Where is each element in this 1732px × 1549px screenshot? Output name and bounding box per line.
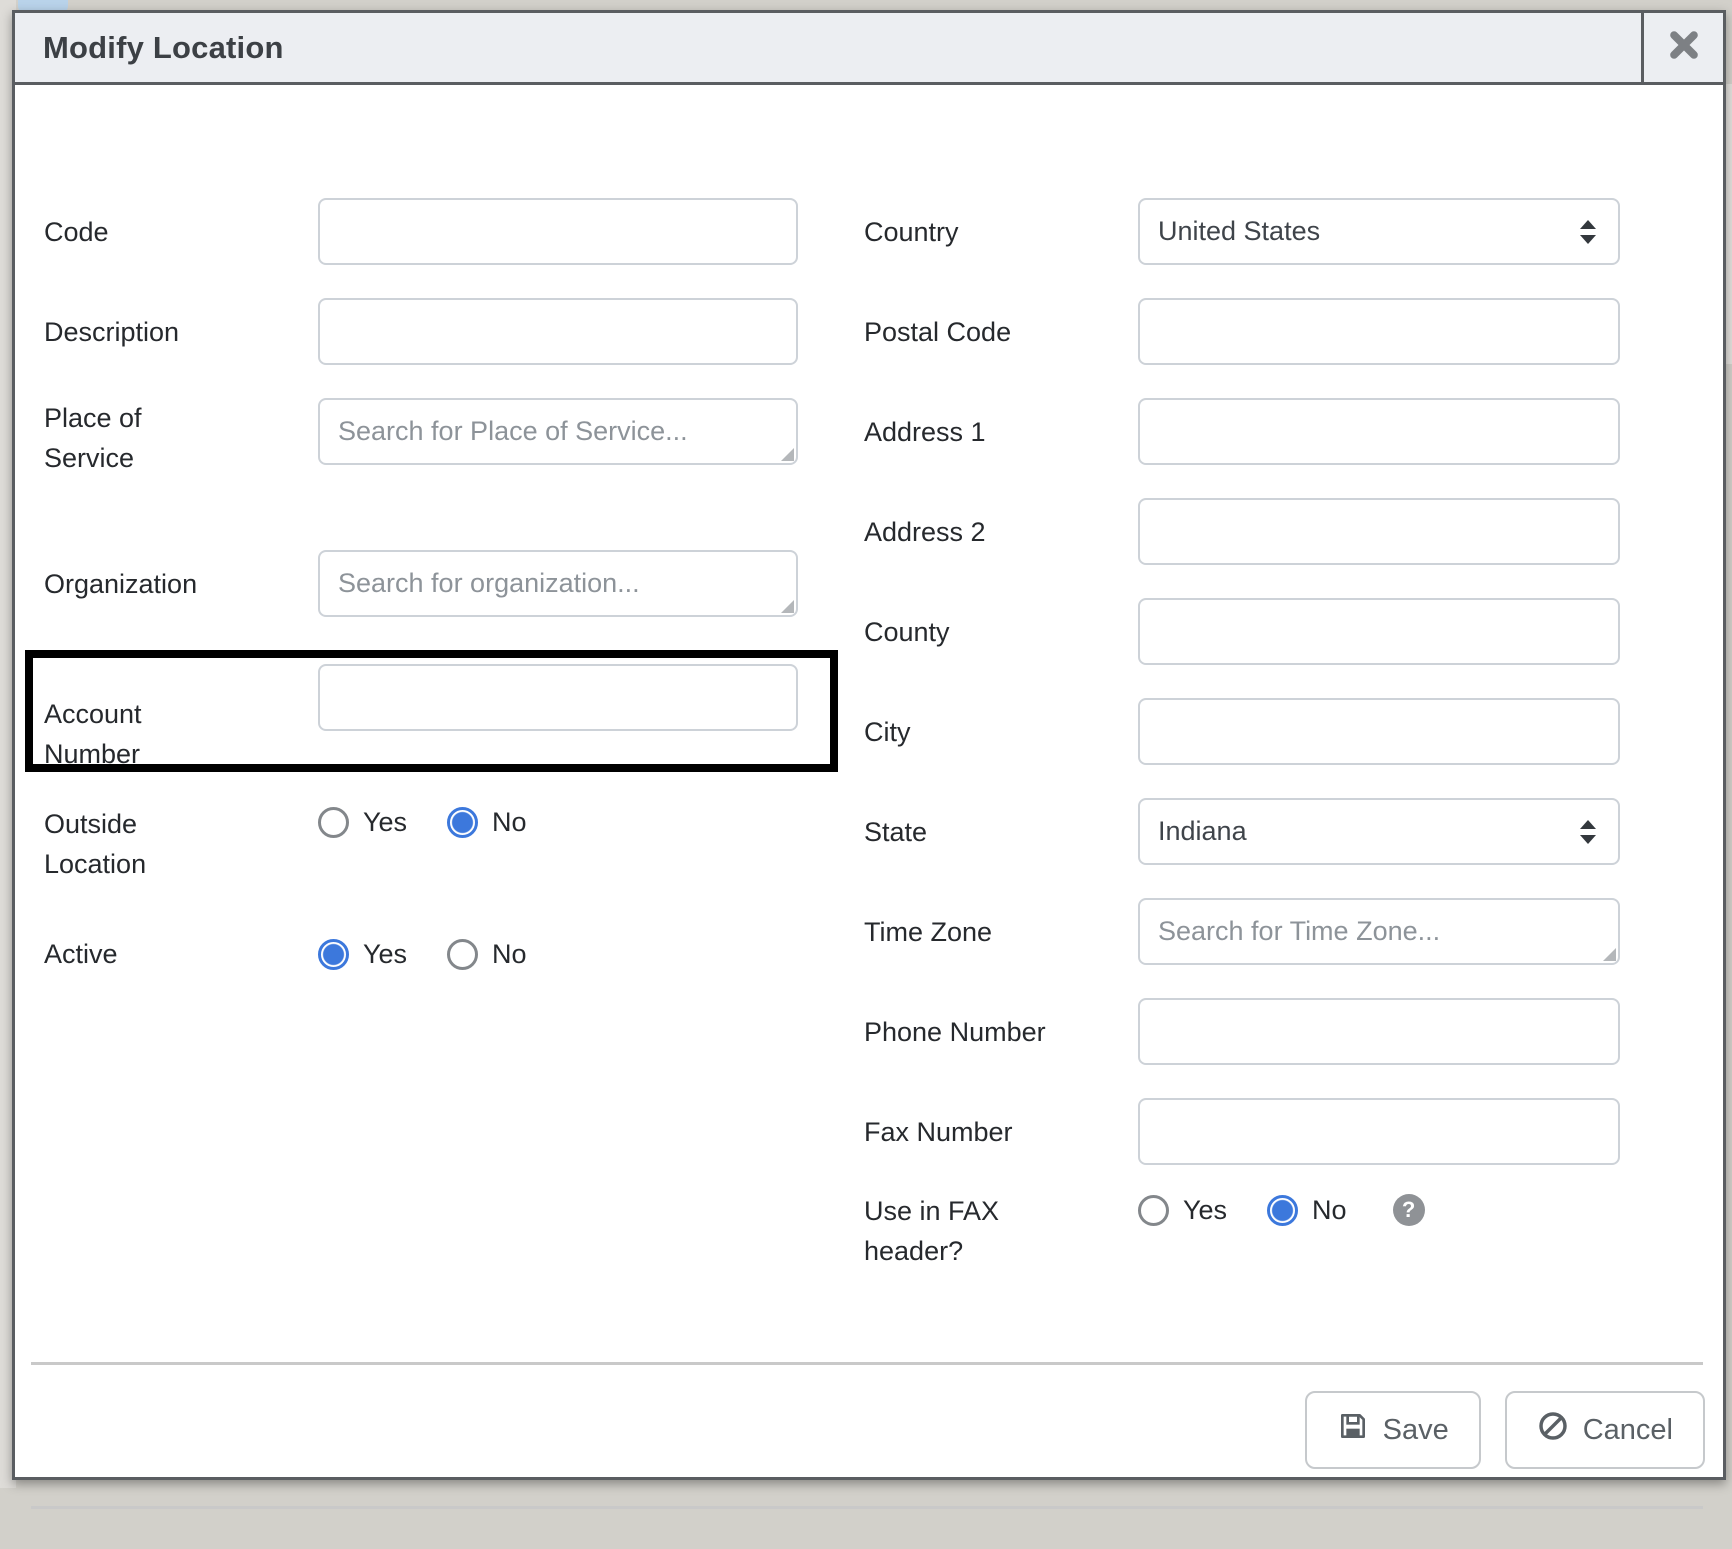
code-input[interactable] (318, 198, 798, 265)
active-label: Active (44, 934, 224, 974)
close-icon (1667, 28, 1701, 67)
outside-location-label: Outside Location (44, 804, 224, 884)
fax-number-label: Fax Number (864, 1112, 1074, 1152)
select-caret-icon (1576, 218, 1600, 246)
save-button-label: Save (1383, 1414, 1449, 1447)
dialog-header: Modify Location (15, 13, 1723, 85)
country-select[interactable]: United States (1138, 198, 1620, 265)
use-in-fax-header-label: Use in FAX header? (864, 1191, 1074, 1271)
field-row-code: Code (44, 198, 834, 265)
radio-yes-label: Yes (363, 939, 407, 970)
outside-location-radio-group: Yes No (318, 807, 567, 838)
organization-label: Organization (44, 564, 224, 604)
field-row-city: City (864, 698, 1664, 765)
address-1-input[interactable] (1138, 398, 1620, 465)
cancel-button-label: Cancel (1583, 1414, 1673, 1447)
field-row-use-in-fax-header: Use in FAX header? Yes No ? (864, 1191, 1664, 1271)
footer-divider-bottom (31, 1506, 1703, 1509)
field-row-active: Active Yes No (44, 934, 834, 974)
organization-search-input[interactable] (318, 550, 798, 617)
radio-selected-icon (1267, 1195, 1298, 1226)
dialog-title: Modify Location (15, 13, 1641, 82)
phone-number-label: Phone Number (864, 1012, 1074, 1052)
radio-unselected-icon (1138, 1195, 1169, 1226)
radio-unselected-icon (318, 807, 349, 838)
dropdown-corner-icon (1603, 948, 1616, 961)
code-label: Code (44, 212, 224, 252)
phone-number-input[interactable] (1138, 998, 1620, 1065)
outside-location-yes-radio[interactable]: Yes (318, 807, 407, 838)
field-row-phone-number: Phone Number (864, 998, 1664, 1065)
radio-selected-icon (318, 939, 349, 970)
state-select[interactable]: Indiana (1138, 798, 1620, 865)
field-row-country: Country United States (864, 198, 1664, 265)
postal-code-input[interactable] (1138, 298, 1620, 365)
cancel-button[interactable]: Cancel (1505, 1391, 1705, 1469)
field-row-outside-location: Outside Location Yes No (44, 804, 834, 884)
form-column-right: Country United States Postal Code (864, 198, 1664, 1271)
save-floppy-icon (1337, 1410, 1369, 1450)
field-row-time-zone: Time Zone (864, 898, 1664, 965)
modify-location-dialog: Modify Location Code Description Place (12, 10, 1726, 1480)
country-selected-value: United States (1158, 216, 1320, 247)
field-row-description: Description (44, 298, 834, 365)
active-radio-group: Yes No (318, 939, 567, 970)
field-row-address-1: Address 1 (864, 398, 1664, 465)
close-button[interactable] (1641, 13, 1723, 82)
field-row-account-number-highlighted: Account Number (25, 650, 838, 772)
fax-number-input[interactable] (1138, 1098, 1620, 1165)
use-in-fax-header-no-radio[interactable]: No (1267, 1195, 1347, 1226)
field-row-postal-code: Postal Code (864, 298, 1664, 365)
time-zone-label: Time Zone (864, 912, 1074, 952)
footer-buttons: Save Cancel (1305, 1391, 1705, 1469)
description-input[interactable] (318, 298, 798, 365)
account-number-input[interactable] (318, 664, 798, 731)
state-label: State (864, 812, 1074, 852)
account-number-label: Account Number (44, 664, 224, 774)
place-of-service-search-input[interactable] (318, 398, 798, 465)
time-zone-search-input[interactable] (1138, 898, 1620, 965)
dropdown-corner-icon (781, 448, 794, 461)
address-2-input[interactable] (1138, 498, 1620, 565)
address-1-label: Address 1 (864, 412, 1074, 452)
dialog-body: Code Description Place of Service Organi… (15, 85, 1723, 1549)
radio-no-label: No (492, 807, 527, 838)
county-input[interactable] (1138, 598, 1620, 665)
radio-no-label: No (492, 939, 527, 970)
county-label: County (864, 612, 1074, 652)
field-row-organization: Organization (44, 550, 834, 617)
dropdown-corner-icon (781, 600, 794, 613)
outside-location-no-radio[interactable]: No (447, 807, 527, 838)
save-button[interactable]: Save (1305, 1391, 1481, 1469)
use-in-fax-header-yes-radio[interactable]: Yes (1138, 1195, 1227, 1226)
field-row-place-of-service: Place of Service (44, 398, 834, 478)
address-2-label: Address 2 (864, 512, 1074, 552)
city-input[interactable] (1138, 698, 1620, 765)
radio-no-label: No (1312, 1195, 1347, 1226)
field-row-state: State Indiana (864, 798, 1664, 865)
postal-code-label: Postal Code (864, 312, 1074, 352)
active-yes-radio[interactable]: Yes (318, 939, 407, 970)
radio-selected-icon (447, 807, 478, 838)
cancel-ban-icon (1537, 1410, 1569, 1450)
form-column-left: Code Description Place of Service Organi… (44, 198, 834, 974)
field-row-county: County (864, 598, 1664, 665)
country-label: Country (864, 212, 1074, 252)
use-in-fax-header-radio-group: Yes No ? (1138, 1194, 1425, 1226)
help-icon[interactable]: ? (1393, 1194, 1425, 1226)
footer-divider-top (31, 1362, 1703, 1365)
state-selected-value: Indiana (1158, 816, 1247, 847)
city-label: City (864, 712, 1074, 752)
place-of-service-label: Place of Service (44, 398, 224, 478)
radio-yes-label: Yes (1183, 1195, 1227, 1226)
description-label: Description (44, 312, 224, 352)
select-caret-icon (1576, 818, 1600, 846)
field-row-address-2: Address 2 (864, 498, 1664, 565)
field-row-fax-number: Fax Number (864, 1098, 1664, 1165)
active-no-radio[interactable]: No (447, 939, 527, 970)
radio-yes-label: Yes (363, 807, 407, 838)
radio-unselected-icon (447, 939, 478, 970)
